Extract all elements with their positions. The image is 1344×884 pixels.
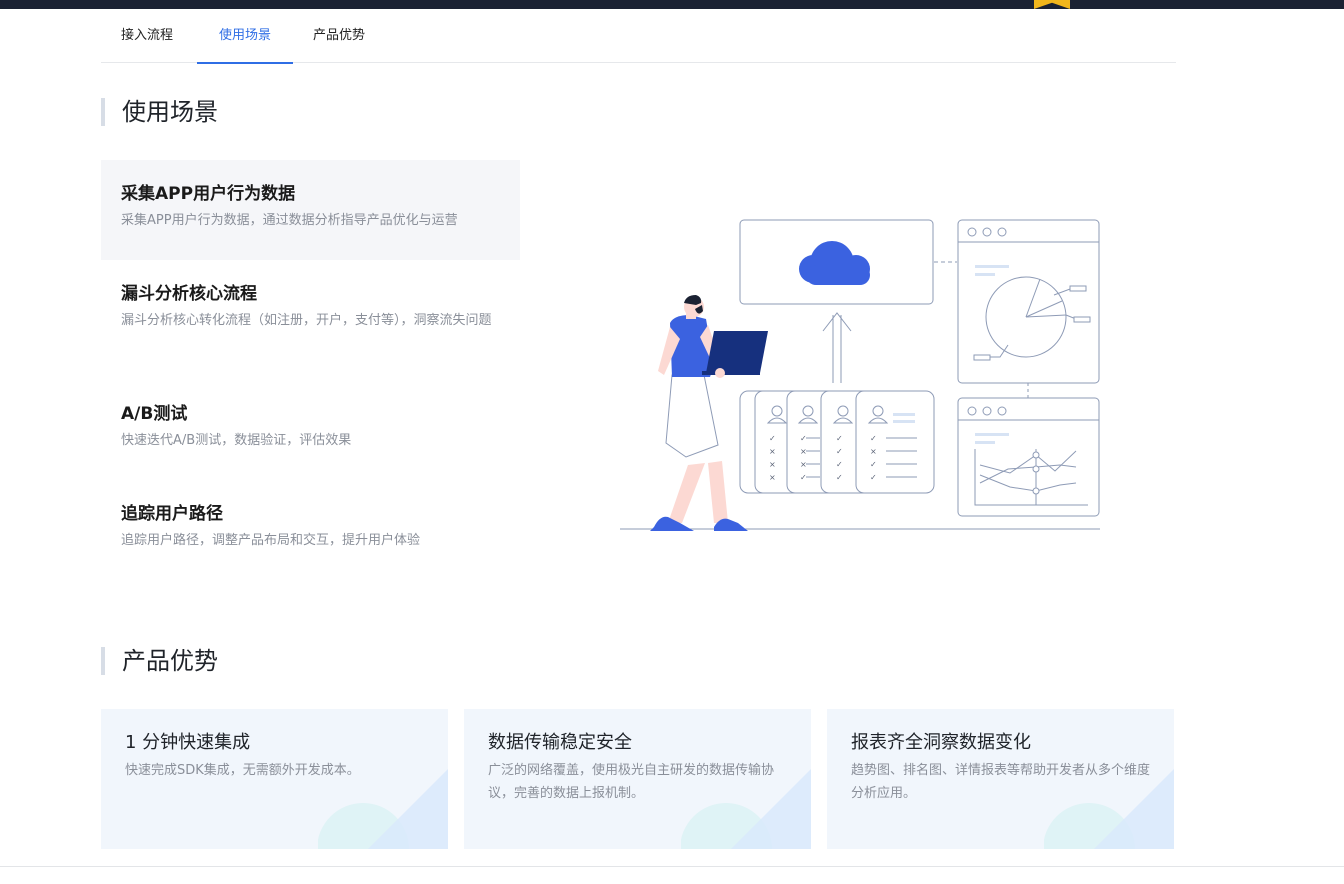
svg-text:×: × xyxy=(769,447,776,456)
scenario-title: 采集APP用户行为数据 xyxy=(121,184,296,204)
scenario-desc: 漏斗分析核心转化流程（如注册，开户，支付等），洞察流失问题 xyxy=(121,313,492,328)
user-profile-icon: ✓ × × × ✓ × × ✓ ✓ ✓ ✓ ✓ ✓ × ✓ ✓ xyxy=(739,390,935,494)
scenario-illustration: ✓ × × × ✓ × × ✓ ✓ ✓ ✓ ✓ ✓ × ✓ ✓ xyxy=(620,219,1100,531)
scenario-title: A/B测试 xyxy=(121,404,188,424)
svg-text:✓: ✓ xyxy=(870,434,877,443)
scenario-item-funnel[interactable]: 漏斗分析核心流程 漏斗分析核心转化流程（如注册，开户，支付等），洞察流失问题 xyxy=(101,260,520,370)
svg-text:✓: ✓ xyxy=(836,434,843,443)
scenario-desc: 快速迭代A/B测试，数据验证，评估效果 xyxy=(121,433,352,448)
top-navbar xyxy=(0,0,1344,9)
scenario-desc: 追踪用户路径，调整产品布局和交互，提升用户体验 xyxy=(121,533,421,548)
advantage-title: 1 分钟快速集成 xyxy=(125,732,251,753)
advantage-card-quick-integration: 1 分钟快速集成 快速完成SDK集成，无需额外开发成本。 xyxy=(101,709,448,849)
card-decoration xyxy=(318,769,448,849)
svg-text:×: × xyxy=(769,473,776,482)
advantages-title: 产品优势 xyxy=(101,647,218,675)
svg-text:✓: ✓ xyxy=(836,473,843,482)
scenario-title: 漏斗分析核心流程 xyxy=(121,284,257,304)
svg-text:✓: ✓ xyxy=(870,473,877,482)
advantage-title: 数据传输稳定安全 xyxy=(488,732,632,753)
svg-text:✓: ✓ xyxy=(836,447,843,456)
scenarios-title: 使用场景 xyxy=(101,98,218,126)
scenario-item-collect[interactable]: 采集APP用户行为数据 采集APP用户行为数据，通过数据分析指导产品优化与运营 xyxy=(101,160,520,260)
tab-usage-scenarios[interactable]: 使用场景 xyxy=(197,10,293,64)
section-tabs: 接入流程 使用场景 产品优势 xyxy=(101,10,1176,64)
svg-text:×: × xyxy=(769,460,776,469)
advantage-card-full-reports: 报表齐全洞察数据变化 趋势图、排名图、详情报表等帮助开发者从多个维度分析应用。 xyxy=(827,709,1174,849)
footer-divider xyxy=(0,866,1344,867)
scenario-item-path[interactable]: 追踪用户路径 追踪用户路径，调整产品布局和交互，提升用户体验 xyxy=(101,480,520,570)
scenario-title: 追踪用户路径 xyxy=(121,504,223,524)
svg-text:✓: ✓ xyxy=(800,473,807,482)
svg-text:✓: ✓ xyxy=(769,434,776,443)
pie-chart-icon xyxy=(957,219,1100,384)
scenario-desc: 采集APP用户行为数据，通过数据分析指导产品优化与运营 xyxy=(121,213,458,228)
card-decoration xyxy=(1044,769,1174,849)
card-decoration xyxy=(681,769,811,849)
svg-text:✓: ✓ xyxy=(870,460,877,469)
tab-access-flow[interactable]: 接入流程 xyxy=(118,10,176,63)
bookmark-icon[interactable] xyxy=(1034,0,1070,9)
line-chart-icon xyxy=(957,397,1100,517)
tab-product-advantages[interactable]: 产品优势 xyxy=(310,10,368,63)
svg-text:✓: ✓ xyxy=(836,460,843,469)
svg-text:×: × xyxy=(800,447,807,456)
svg-text:×: × xyxy=(870,447,877,456)
advantage-title: 报表齐全洞察数据变化 xyxy=(851,732,1031,753)
advantage-card-secure-transfer: 数据传输稳定安全 广泛的网络覆盖，使用极光自主研发的数据传输协议，完善的数据上报… xyxy=(464,709,811,849)
svg-text:✓: ✓ xyxy=(800,434,807,443)
svg-text:×: × xyxy=(800,460,807,469)
scenario-item-abtest[interactable]: A/B测试 快速迭代A/B测试，数据验证，评估效果 xyxy=(101,380,520,470)
